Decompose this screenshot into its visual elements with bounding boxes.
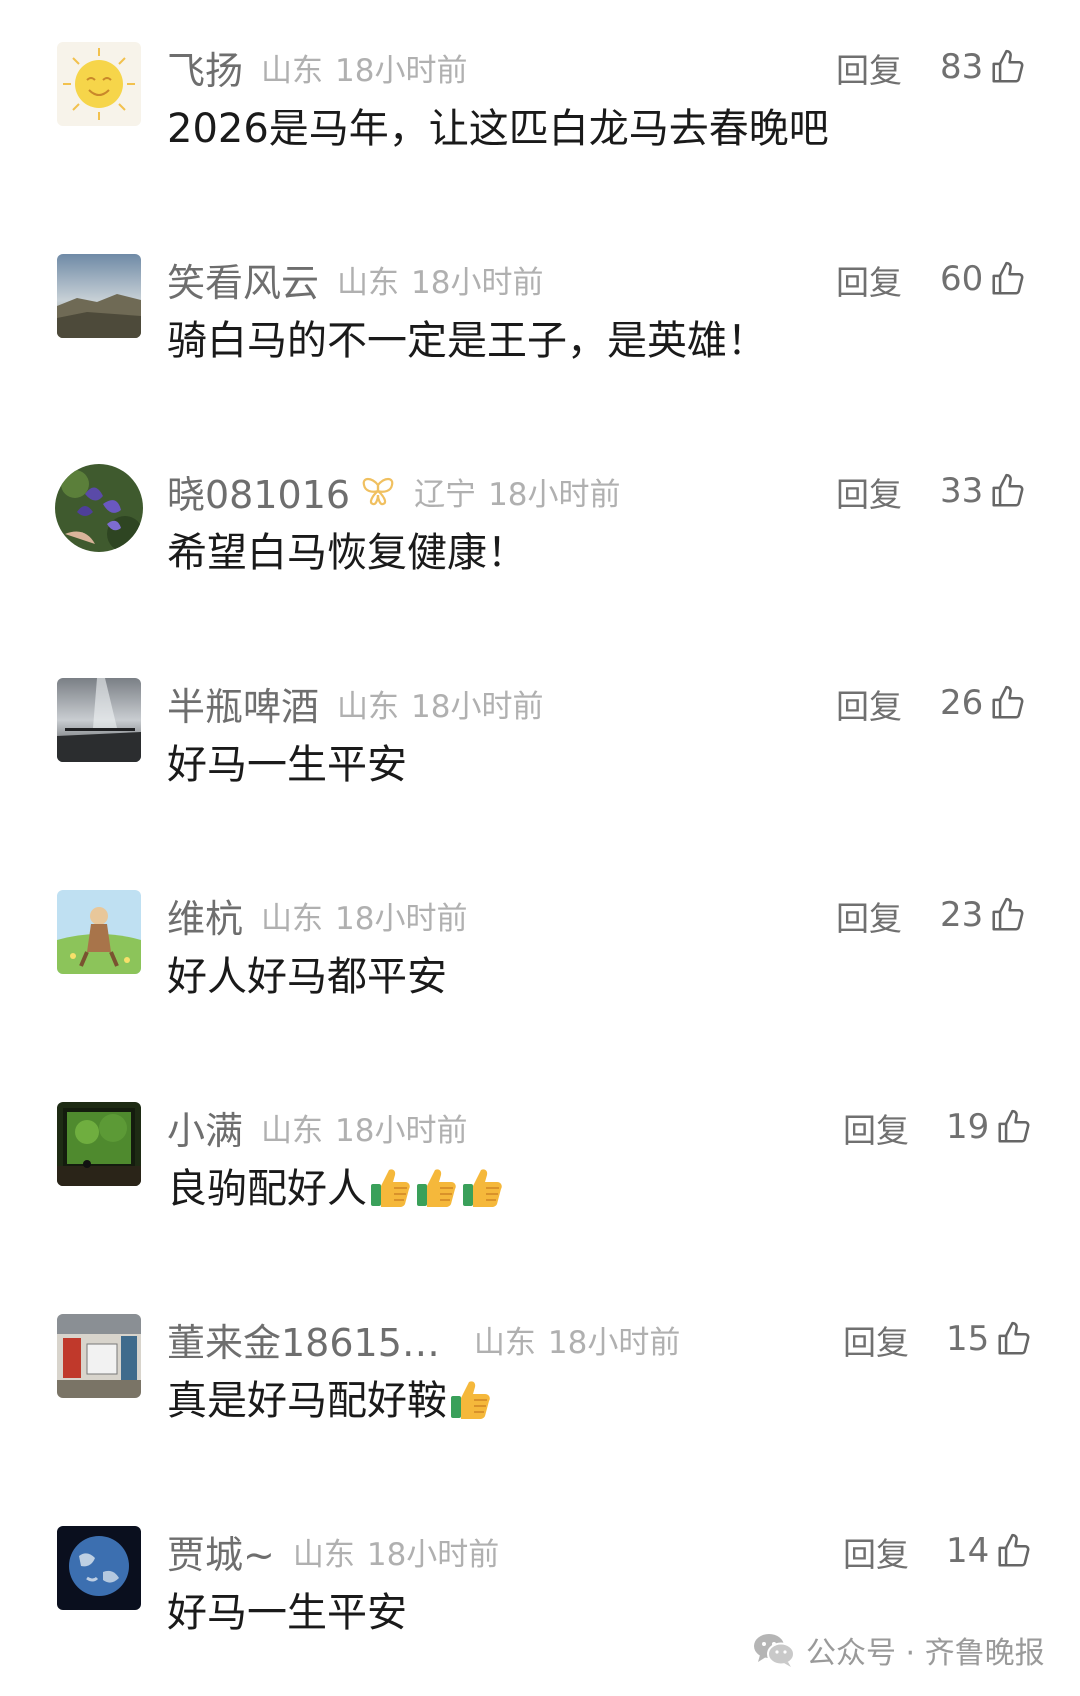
location: 山东 bbox=[261, 900, 324, 937]
butterfly-icon bbox=[360, 475, 396, 507]
like-button[interactable]: 26 bbox=[940, 678, 1027, 728]
like-button[interactable]: 19 bbox=[946, 1102, 1033, 1152]
reply-button[interactable]: 回复 bbox=[836, 468, 902, 516]
username[interactable]: 小满 bbox=[167, 1100, 243, 1155]
like-button[interactable]: 83 bbox=[940, 42, 1027, 92]
avatar[interactable] bbox=[55, 464, 143, 552]
like-count: 15 bbox=[946, 1319, 990, 1359]
avatar[interactable] bbox=[57, 1314, 141, 1398]
reply-button[interactable]: 回复 bbox=[836, 256, 902, 304]
location: 山东 bbox=[261, 52, 324, 89]
reply-button[interactable]: 回复 bbox=[843, 1528, 909, 1576]
comment-item: 半瓶啤酒 山东 18小时前 好马一生平安 回复 26 bbox=[0, 636, 1080, 848]
like-button[interactable]: 60 bbox=[940, 254, 1027, 304]
reply-button[interactable]: 回复 bbox=[843, 1316, 909, 1364]
thumbs-up-icon bbox=[989, 260, 1027, 298]
comment-meta: 飞扬 山东 18小时前 bbox=[167, 40, 468, 95]
location: 辽宁 bbox=[414, 476, 477, 513]
thumbs-up-icon bbox=[989, 684, 1027, 722]
thumbs-up-icon bbox=[995, 1320, 1033, 1358]
timestamp: 18小时前 bbox=[488, 476, 621, 513]
comment-text: 骑白马的不一定是王子，是英雄！ bbox=[167, 318, 767, 364]
like-button[interactable]: 23 bbox=[940, 890, 1027, 940]
thumbs-up-icon bbox=[995, 1108, 1033, 1146]
thumbs-up-icon bbox=[989, 896, 1027, 934]
like-button[interactable]: 14 bbox=[946, 1526, 1033, 1576]
timestamp: 18小时前 bbox=[335, 1112, 468, 1149]
thumbs-up-icon bbox=[995, 1532, 1033, 1570]
comment-text: 好马一生平安 bbox=[167, 742, 407, 788]
like-button[interactable]: 33 bbox=[940, 466, 1027, 516]
location: 山东 bbox=[261, 1112, 324, 1149]
comment-meta: 半瓶啤酒 山东 18小时前 bbox=[167, 676, 544, 731]
like-count: 33 bbox=[940, 471, 984, 511]
username[interactable]: 贾城~ bbox=[167, 1524, 275, 1579]
comment-text: 希望白马恢复健康！ bbox=[167, 530, 527, 576]
location: 山东 bbox=[337, 688, 400, 725]
reply-button[interactable]: 回复 bbox=[836, 44, 902, 92]
username[interactable]: 飞扬 bbox=[167, 40, 243, 95]
like-button[interactable]: 15 bbox=[946, 1314, 1033, 1364]
watermark-text: 公众号 · 齐鲁晚报 bbox=[806, 1636, 1045, 1671]
reply-button[interactable]: 回复 bbox=[836, 892, 902, 940]
timestamp: 18小时前 bbox=[411, 264, 544, 301]
like-count: 60 bbox=[940, 259, 984, 299]
location: 山东 bbox=[337, 264, 400, 301]
watermark: 公众号 · 齐鲁晚报 bbox=[752, 1626, 1045, 1674]
timestamp: 18小时前 bbox=[547, 1324, 681, 1361]
like-count: 23 bbox=[940, 895, 984, 935]
comment-meta: 董来金18615… 山东 18小时前 bbox=[167, 1312, 681, 1367]
timestamp: 18小时前 bbox=[335, 52, 468, 89]
comment-item: 董来金18615… 山东 18小时前 真是好马配好鞍 回复 15 bbox=[0, 1272, 1080, 1484]
comment-text-body: 真是好马配好鞍 bbox=[167, 1378, 447, 1424]
comment-text: 良驹配好人 bbox=[167, 1164, 505, 1214]
comment-item: 笑看风云 山东 18小时前 骑白马的不一定是王子，是英雄！ 回复 60 bbox=[0, 212, 1080, 424]
wechat-icon bbox=[752, 1631, 796, 1669]
like-count: 19 bbox=[946, 1107, 990, 1147]
comment-text: 好人好马都平安 bbox=[167, 954, 447, 1000]
comment-meta: 小满 山东 18小时前 bbox=[167, 1100, 468, 1155]
thumbs-up-emoji bbox=[367, 1164, 413, 1210]
thumbs-up-emoji bbox=[447, 1376, 493, 1422]
reply-button[interactable]: 回复 bbox=[843, 1104, 909, 1152]
avatar[interactable] bbox=[57, 1102, 141, 1186]
avatar[interactable] bbox=[57, 890, 141, 974]
avatar[interactable] bbox=[57, 1526, 141, 1610]
thumbs-up-emoji bbox=[459, 1164, 505, 1210]
avatar[interactable] bbox=[57, 678, 141, 762]
username[interactable]: 晓081016 bbox=[167, 464, 350, 519]
like-count: 83 bbox=[940, 47, 984, 87]
comment-item: 维杭 山东 18小时前 好人好马都平安 回复 23 bbox=[0, 848, 1080, 1060]
comment-meta: 晓081016 辽宁 18小时前 bbox=[167, 464, 621, 519]
username[interactable]: 笑看风云 bbox=[167, 252, 319, 307]
comment-item: 小满 山东 18小时前 良驹配好人 回复 19 bbox=[0, 1060, 1080, 1272]
thumbs-up-emoji bbox=[413, 1164, 459, 1210]
thumbs-up-icon bbox=[989, 48, 1027, 86]
location: 山东 bbox=[292, 1536, 355, 1573]
comment-item: 晓081016 辽宁 18小时前 希望白马恢复健康！ 回复 33 bbox=[0, 424, 1080, 636]
avatar[interactable] bbox=[57, 42, 141, 126]
location: 山东 bbox=[473, 1324, 536, 1361]
avatar[interactable] bbox=[57, 254, 141, 338]
comment-text: 2026是马年，让这匹白龙马去春晚吧 bbox=[167, 106, 829, 152]
thumbs-up-icon bbox=[989, 472, 1027, 510]
comment-text: 真是好马配好鞍 bbox=[167, 1376, 493, 1426]
comment-text-body: 良驹配好人 bbox=[167, 1166, 367, 1212]
reply-button[interactable]: 回复 bbox=[836, 680, 902, 728]
like-count: 14 bbox=[946, 1531, 990, 1571]
comment-text: 好马一生平安 bbox=[167, 1590, 407, 1636]
username[interactable]: 维杭 bbox=[167, 888, 243, 943]
timestamp: 18小时前 bbox=[335, 900, 468, 937]
comment-item: 飞扬 山东 18小时前 2026是马年，让这匹白龙马去春晚吧 回复 83 bbox=[0, 0, 1080, 212]
comment-meta: 维杭 山东 18小时前 bbox=[167, 888, 468, 943]
username[interactable]: 半瓶啤酒 bbox=[167, 676, 319, 731]
like-count: 26 bbox=[940, 683, 984, 723]
username[interactable]: 董来金18615… bbox=[167, 1312, 440, 1367]
comment-meta: 贾城~ 山东 18小时前 bbox=[167, 1524, 500, 1579]
timestamp: 18小时前 bbox=[411, 688, 544, 725]
comment-meta: 笑看风云 山东 18小时前 bbox=[167, 252, 544, 307]
timestamp: 18小时前 bbox=[366, 1536, 500, 1573]
